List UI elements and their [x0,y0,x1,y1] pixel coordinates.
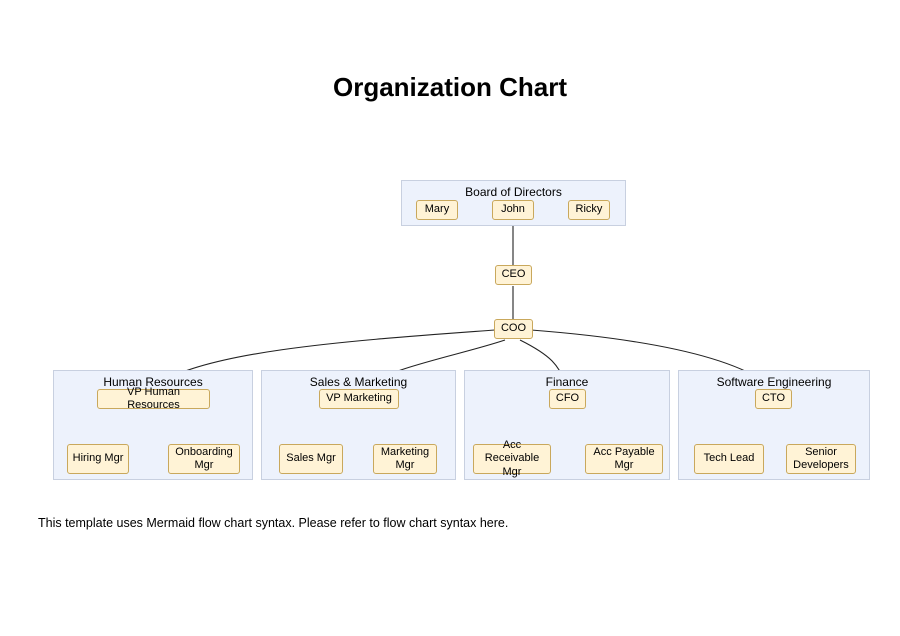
footer-text: This template uses Mermaid flow chart sy… [38,516,508,530]
node-finance-report1: Acc Payable Mgr [585,444,663,474]
node-sales-head: VP Marketing [319,389,399,409]
node-finance-report0: Acc Receivable Mgr [473,444,551,474]
node-mary: Mary [416,200,458,220]
node-eng-head: CTO [755,389,792,409]
node-ricky: Ricky [568,200,610,220]
group-eng-title: Software Engineering [679,375,869,389]
group-finance-title: Finance [465,375,669,389]
node-john: John [492,200,534,220]
node-hr-report1: Onboarding Mgr [168,444,240,474]
node-hr-report0: Hiring Mgr [67,444,129,474]
node-finance-head: CFO [549,389,586,409]
node-sales-report1: Marketing Mgr [373,444,437,474]
group-board-title: Board of Directors [402,185,625,199]
node-ceo: CEO [495,265,532,285]
page-title: Organization Chart [0,72,900,103]
node-hr-head: VP Human Resources [97,389,210,409]
node-eng-report1: Senior Developers [786,444,856,474]
node-coo: COO [494,319,533,339]
group-sales-title: Sales & Marketing [262,375,455,389]
node-eng-report0: Tech Lead [694,444,764,474]
node-sales-report0: Sales Mgr [279,444,343,474]
